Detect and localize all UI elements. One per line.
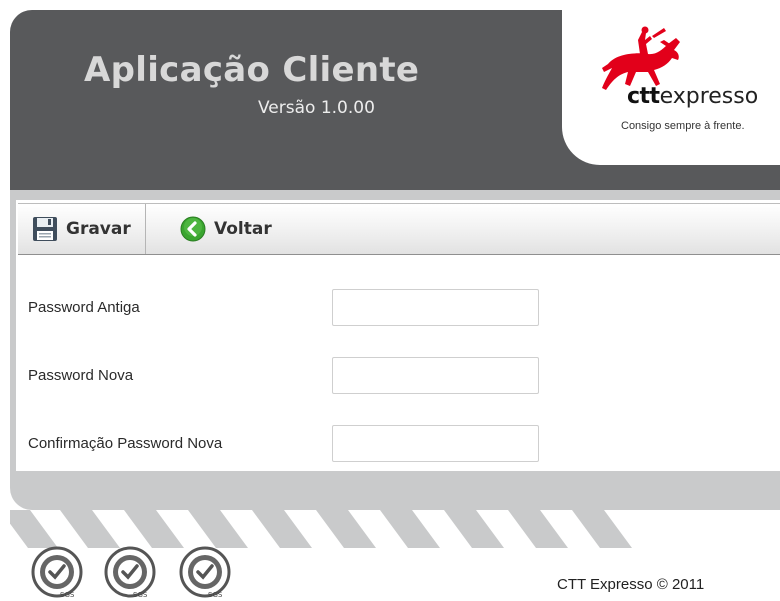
sgs-certification-icon: SGS [104,546,156,599]
sgs-certification-icon: SGS [179,546,231,599]
floppy-disk-icon [33,217,57,241]
confirm-password-label: Confirmação Password Nova [28,435,223,452]
sgs-label: SGS [133,591,148,599]
old-password-input[interactable] [332,289,539,326]
sgs-label: SGS [60,591,75,599]
back-button-label: Voltar [214,219,272,239]
logo-brand-rest: expresso [659,84,759,109]
app-version: Versão 1.0.00 [258,98,375,118]
logo-wordmark: cttexpresso [627,84,758,109]
save-button[interactable]: Gravar [32,204,146,254]
save-button-label: Gravar [66,219,131,239]
new-password-input[interactable] [332,357,539,394]
confirm-password-input[interactable] [332,425,539,462]
back-button[interactable]: Voltar [180,204,272,254]
old-password-label: Password Antiga [28,299,140,316]
app-title: Aplicação Cliente [84,50,420,90]
decorative-stripes [10,510,632,548]
green-back-arrow-icon [180,216,206,242]
copyright-text: CTT Expresso © 2011 [557,576,705,593]
logo-brand-bold: ctt [627,84,660,109]
toolbar: Gravar Voltar [18,203,780,255]
sgs-certification-icon: SGS [31,546,83,599]
logo-slogan: Consigo sempre à frente. [621,120,745,132]
new-password-label: Password Nova [28,367,134,384]
sgs-label: SGS [208,591,223,599]
